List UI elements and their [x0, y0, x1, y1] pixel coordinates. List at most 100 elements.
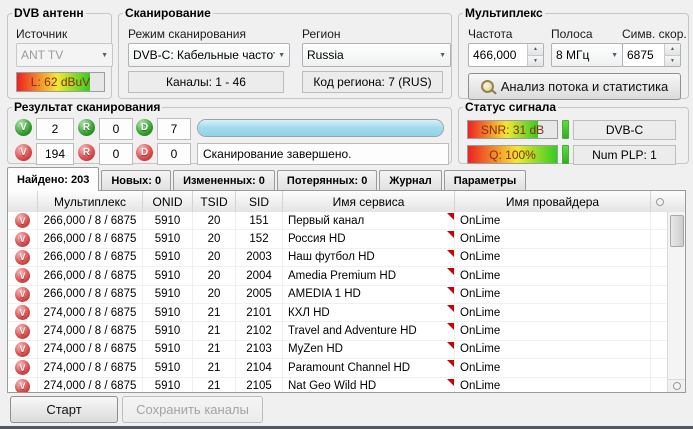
snr-text: SNR: 31 dB: [480, 122, 545, 137]
table-header: Мультиплекс ONID TSID SID Имя сервиса Им…: [8, 191, 685, 213]
row-icon-cell: V: [8, 340, 38, 359]
header-icon-col[interactable]: [8, 191, 38, 212]
table-row[interactable]: V 266,000 / 8 / 6875 5910 20 2004 Amedia Prem…: [8, 267, 668, 286]
start-button[interactable]: Старт: [10, 396, 118, 423]
cell-sid: 2101: [236, 303, 283, 322]
cell-sid: 151: [236, 212, 283, 230]
red-corner-marker-icon: [447, 213, 454, 220]
scan-status-field: Сканирование завершено.: [197, 143, 449, 165]
group-scanning: Сканирование Режим сканирования DVB-C: К…: [118, 6, 452, 99]
chevron-down-icon: ▼: [611, 51, 618, 59]
tab-parameters[interactable]: Параметры: [443, 170, 527, 191]
quality-bar: Q: 100%: [467, 145, 558, 164]
row-icon-cell: V: [8, 322, 38, 340]
tab-found[interactable]: Найдено: 203: [7, 167, 100, 191]
table-row[interactable]: V 266,000 / 8 / 6875 5910 20 152 Россия HD OnL…: [8, 230, 668, 249]
row-icon-cell: V: [8, 285, 38, 303]
table-row[interactable]: V 266,000 / 8 / 6875 5910 20 2005 AMEDIA 1 HD…: [8, 285, 668, 304]
cell-provider-name: OnLime: [455, 340, 651, 359]
group-dvb-antenna-title: DVB антенн: [14, 6, 84, 20]
cell-tsid: 20: [193, 267, 236, 285]
row-icon-cell: V: [8, 359, 38, 377]
cell-onid: 5910: [143, 285, 193, 303]
scan-mode-value: DVB-C: Кабельные частоты: [133, 48, 276, 62]
bad-d-count: 0: [157, 143, 191, 165]
band-select[interactable]: 8 МГц ▼: [551, 43, 623, 67]
header-provider-name[interactable]: Имя провайдера: [455, 191, 651, 212]
chevron-down-icon: ▼: [439, 51, 446, 59]
scan-progress-fill: [198, 120, 443, 136]
table-row[interactable]: V 274,000 / 8 / 6875 5910 21 2101 КХЛ HD OnLim…: [8, 303, 668, 323]
tab-lost[interactable]: Потерянных: 0: [276, 170, 378, 191]
save-channels-button[interactable]: Сохранить каналы: [122, 396, 263, 423]
group-scanning-title: Сканирование: [125, 6, 211, 20]
row-icon-cell: V: [8, 248, 38, 267]
num-plp-field: Num PLP: 1: [573, 145, 676, 165]
symrate-stepper[interactable]: 6875 ▲ ▼: [622, 43, 681, 67]
signal-level-text: L: 62 dBuV: [30, 75, 91, 89]
tab-log[interactable]: Журнал: [379, 170, 442, 191]
symrate-spinner-icons[interactable]: ▲ ▼: [664, 44, 680, 66]
region-select[interactable]: Russia ▼: [302, 43, 451, 67]
standard-field: DVB-C: [573, 120, 676, 140]
frequency-spinner-icons[interactable]: ▲ ▼: [527, 44, 543, 66]
region-label: Регион: [302, 27, 341, 41]
service-status-v-icon: V: [15, 286, 30, 302]
analyze-stream-button[interactable]: Анализ потока и статистика: [468, 73, 681, 100]
bad-r-icon: R: [78, 144, 95, 161]
scrollbar-bottom-button[interactable]: [667, 379, 685, 392]
table-row[interactable]: V 266,000 / 8 / 6875 5910 20 151 Первый канал…: [8, 212, 668, 231]
cell-multiplex: 274,000 / 8 / 6875: [38, 340, 143, 359]
header-multiplex[interactable]: Мультиплекс: [38, 191, 143, 212]
cell-sid: 2105: [236, 377, 283, 392]
tab-new[interactable]: Новых: 0: [101, 170, 172, 191]
cell-tsid: 21: [193, 303, 236, 322]
bad-d-icon: D: [136, 144, 153, 161]
cell-sid: 2004: [236, 267, 283, 285]
red-corner-marker-icon: [447, 341, 454, 349]
group-signal-status-title: Статус сигнала: [465, 100, 557, 114]
group-scan-result: Результат сканирования V 2 R 0 D 7 V 194…: [7, 100, 452, 165]
cell-multiplex: 266,000 / 8 / 6875: [38, 212, 143, 230]
save-channels-label: Сохранить каналы: [136, 402, 249, 417]
vertical-scrollbar[interactable]: [667, 212, 685, 392]
cell-service-name: Россия HD: [283, 230, 455, 248]
cell-sid: 2104: [236, 359, 283, 377]
scan-mode-select[interactable]: DVB-C: Кабельные частоты ▼: [128, 43, 290, 67]
cell-provider-name: OnLime: [455, 359, 651, 377]
tab-changed[interactable]: Измененных: 0: [173, 170, 275, 191]
cell-tsid: 20: [193, 212, 236, 230]
spin-down-icon[interactable]: ▼: [665, 54, 680, 66]
service-status-v-icon: V: [15, 231, 30, 247]
cell-service-name: Первый канал: [283, 212, 455, 230]
scrollbar-thumb[interactable]: [670, 215, 684, 247]
cell-onid: 5910: [143, 212, 193, 230]
red-corner-marker-icon: [447, 378, 454, 386]
frequency-value[interactable]: 466,000: [469, 44, 527, 66]
header-tsid[interactable]: TSID: [193, 191, 236, 212]
channels-table: Мультиплекс ONID TSID SID Имя сервиса Им…: [7, 190, 686, 393]
header-corner-button[interactable]: [651, 191, 668, 212]
row-icon-cell: V: [8, 267, 38, 285]
red-corner-marker-icon: [447, 360, 454, 368]
spin-up-icon[interactable]: ▲: [665, 44, 680, 55]
table-row[interactable]: V 274,000 / 8 / 6875 5910 21 2103 MyZen HD OnL…: [8, 340, 668, 360]
table-row[interactable]: V 266,000 / 8 / 6875 5910 20 2003 Наш футбол …: [8, 248, 668, 268]
table-row[interactable]: V 274,000 / 8 / 6875 5910 21 2102 Travel and …: [8, 322, 668, 341]
ok-v-icon: V: [15, 119, 32, 136]
cell-multiplex: 266,000 / 8 / 6875: [38, 230, 143, 248]
header-service-name[interactable]: Имя сервиса: [283, 191, 455, 212]
source-select[interactable]: ANT TV ▼: [16, 43, 113, 67]
spin-up-icon[interactable]: ▲: [528, 44, 543, 55]
row-icon-cell: V: [8, 377, 38, 392]
snr-bar: SNR: 31 dB: [467, 120, 558, 139]
header-onid[interactable]: ONID: [143, 191, 193, 212]
header-sid[interactable]: SID: [236, 191, 283, 212]
spin-down-icon[interactable]: ▼: [528, 54, 543, 66]
frequency-stepper[interactable]: 466,000 ▲ ▼: [468, 43, 544, 67]
source-label: Источник: [16, 27, 68, 41]
result-tabs: Найдено: 203 Новых: 0 Измененных: 0 Поте…: [7, 167, 528, 191]
table-row[interactable]: V 274,000 / 8 / 6875 5910 21 2104 Paramount C…: [8, 359, 668, 378]
symrate-value[interactable]: 6875: [623, 44, 664, 66]
table-row[interactable]: V 274,000 / 8 / 6875 5910 21 2105 Nat Geo Wil…: [8, 377, 668, 392]
